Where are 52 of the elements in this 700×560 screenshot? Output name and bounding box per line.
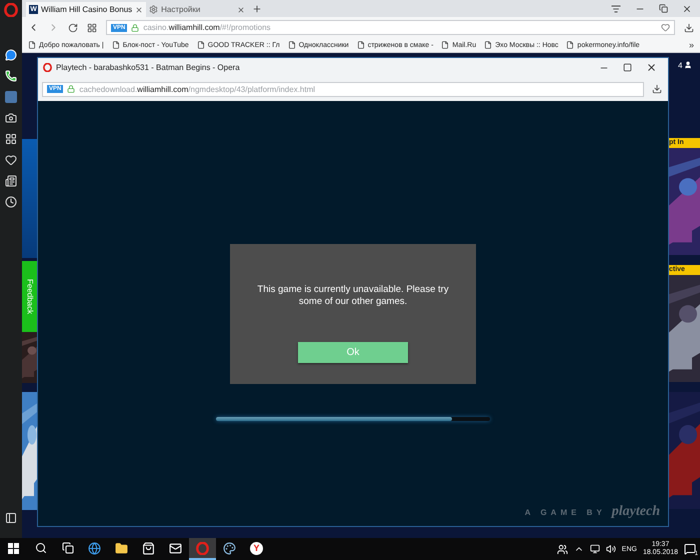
page-icon — [28, 41, 36, 49]
palette-icon[interactable] — [223, 542, 236, 554]
brand-logo: playtech — [612, 504, 660, 520]
dialog-message: This game is currently unavailable. Please try some of our other games. — [256, 284, 450, 308]
settings-icon — [149, 5, 158, 14]
task-view-icon[interactable] — [62, 542, 74, 554]
opera-logo-icon — [196, 542, 209, 554]
close-icon[interactable] — [237, 6, 246, 14]
camera-icon[interactable] — [5, 112, 17, 124]
lock-icon — [131, 24, 140, 32]
folder-icon[interactable] — [115, 542, 128, 554]
network-icon[interactable] — [590, 544, 600, 554]
download-icon[interactable] — [684, 22, 694, 32]
messenger-icon[interactable] — [5, 49, 17, 61]
lock-icon — [67, 85, 76, 93]
grid-icon[interactable] — [5, 133, 17, 145]
windows-start-icon[interactable] — [8, 542, 19, 554]
browser-icon[interactable]: Y — [250, 542, 263, 554]
browser-icon[interactable] — [88, 542, 101, 554]
news-icon[interactable] — [5, 175, 17, 187]
page-icon — [441, 41, 450, 49]
page-icon — [112, 41, 120, 49]
close-icon[interactable] — [646, 62, 657, 73]
close-icon[interactable] — [682, 4, 692, 14]
grid-icon[interactable] — [87, 22, 97, 32]
whatsapp-icon[interactable] — [5, 70, 17, 82]
sidebar-toggle-icon[interactable] — [5, 512, 17, 524]
store-icon[interactable] — [142, 542, 155, 554]
opera-logo-icon — [4, 3, 18, 17]
search-icon[interactable] — [34, 542, 46, 554]
volume-icon[interactable] — [606, 544, 616, 554]
download-icon[interactable] — [652, 84, 662, 94]
page-icon — [196, 41, 205, 49]
page-icon — [356, 41, 365, 49]
opera-logo-icon — [43, 63, 52, 72]
account-count: 4 — [678, 60, 682, 70]
maximize-icon[interactable] — [623, 63, 632, 72]
people-icon[interactable] — [556, 544, 568, 554]
restore-icon[interactable] — [659, 4, 668, 13]
page-icon — [566, 41, 574, 49]
footer-text: A GAME BY — [524, 508, 606, 516]
more-bookmarks-button[interactable]: » — [688, 40, 694, 50]
window-title: Playtech - barabashko531 - Batman Begins - Opera — [56, 63, 240, 72]
mail-icon[interactable] — [169, 542, 182, 554]
tab-menu-icon[interactable] — [611, 4, 621, 14]
history-icon[interactable] — [5, 196, 17, 208]
reload-icon[interactable] — [68, 22, 78, 32]
page-icon — [484, 41, 492, 49]
new-tab-icon[interactable] — [252, 4, 262, 14]
close-icon[interactable] — [135, 6, 144, 14]
user-icon[interactable] — [684, 61, 692, 69]
page-icon — [288, 41, 296, 49]
